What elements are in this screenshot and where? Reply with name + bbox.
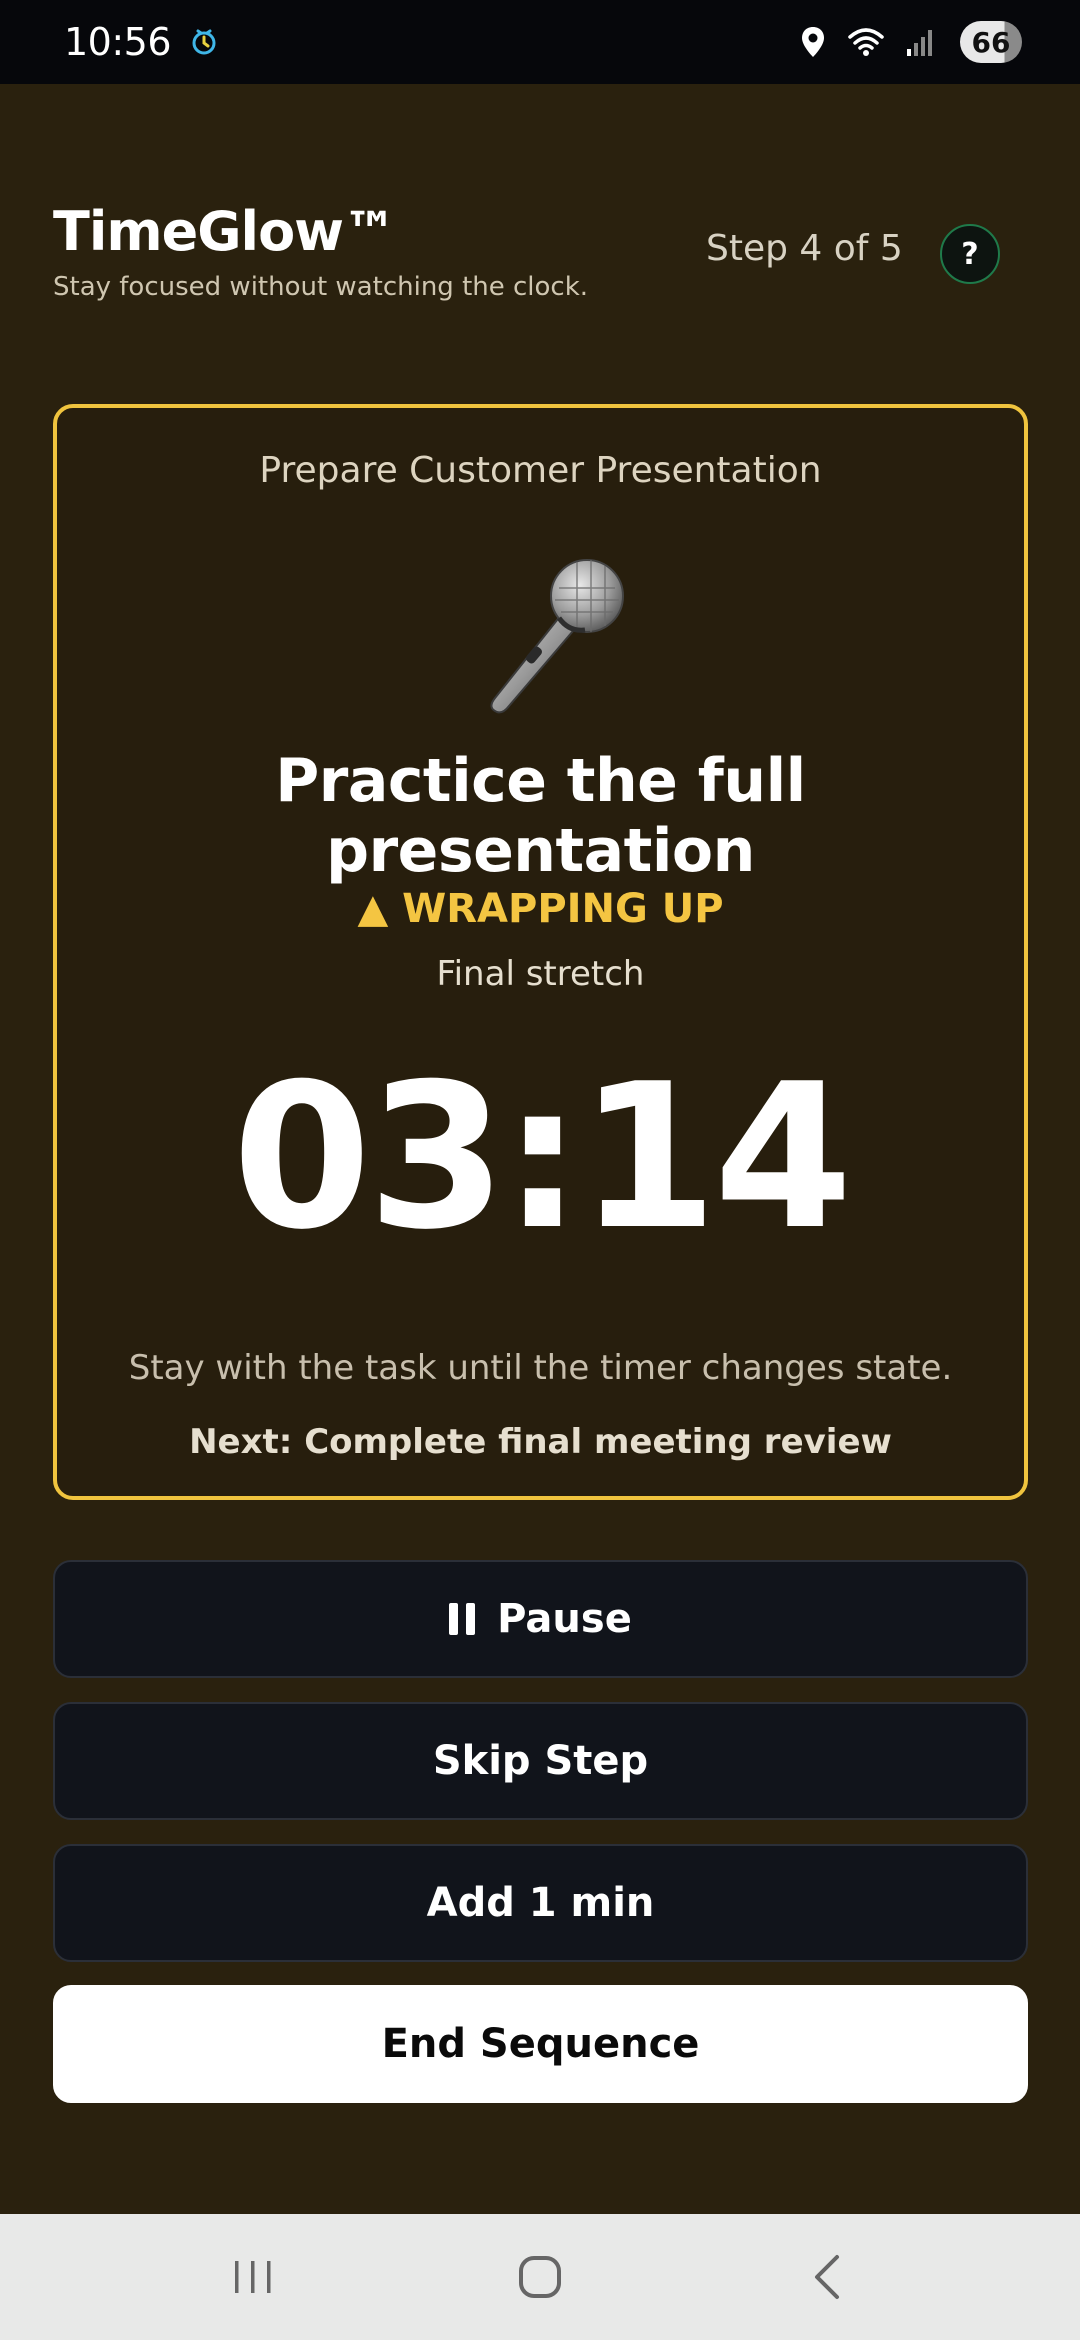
home-button[interactable]	[500, 2247, 580, 2307]
home-icon	[518, 2256, 561, 2298]
back-button[interactable]	[787, 2247, 867, 2307]
back-icon	[814, 2255, 839, 2299]
skip-step-button[interactable]: Skip Step	[53, 1702, 1028, 1820]
system-nav-bar	[0, 2214, 1080, 2340]
help-button[interactable]: ?	[940, 224, 1000, 284]
pause-button[interactable]: Pause	[53, 1560, 1028, 1678]
recents-icon	[235, 2261, 271, 2293]
app-tagline: Stay focused without watching the clock.	[53, 272, 589, 302]
hint-text: Stay with the task until the timer chang…	[128, 1348, 953, 1388]
end-sequence-button[interactable]: End Sequence	[53, 1985, 1028, 2103]
skip-step-label: Skip Step	[432, 1738, 649, 1784]
recents-button[interactable]	[213, 2247, 293, 2307]
task-title: Practice the full presentation	[275, 746, 806, 886]
status-time: 10:56	[64, 20, 172, 64]
timer-display: 03:14	[232, 1041, 853, 1274]
battery-indicator: 66	[960, 21, 1022, 63]
state-label: ▲ WRAPPING UP	[357, 886, 724, 932]
timer-card: Prepare Customer Presentation Practice t…	[53, 404, 1028, 1500]
app-title: TimeGlow™	[53, 200, 397, 263]
step-indicator: Step 4 of 5	[706, 228, 903, 269]
wifi-icon	[848, 28, 884, 56]
status-icons: 66	[800, 21, 1022, 63]
end-sequence-label: End Sequence	[381, 2021, 700, 2067]
status-bar: 10:56 66	[0, 0, 1080, 84]
add-minute-button[interactable]: Add 1 min	[53, 1844, 1028, 1962]
signal-icon	[907, 30, 932, 56]
sequence-title: Prepare Customer Presentation	[259, 450, 822, 491]
pause-label: Pause	[497, 1596, 632, 1642]
screen: 10:56 66 TimeGlow™ Stay focused without …	[0, 0, 1080, 2340]
microphone-icon	[490, 559, 624, 714]
focus-timer-status-icon	[192, 29, 216, 55]
location-icon	[802, 27, 824, 57]
state-sublabel: Final stretch	[436, 954, 645, 994]
next-step-text: Next: Complete final meeting review	[189, 1422, 892, 1462]
pause-icon	[449, 1603, 476, 1635]
add-minute-label: Add 1 min	[426, 1880, 655, 1926]
